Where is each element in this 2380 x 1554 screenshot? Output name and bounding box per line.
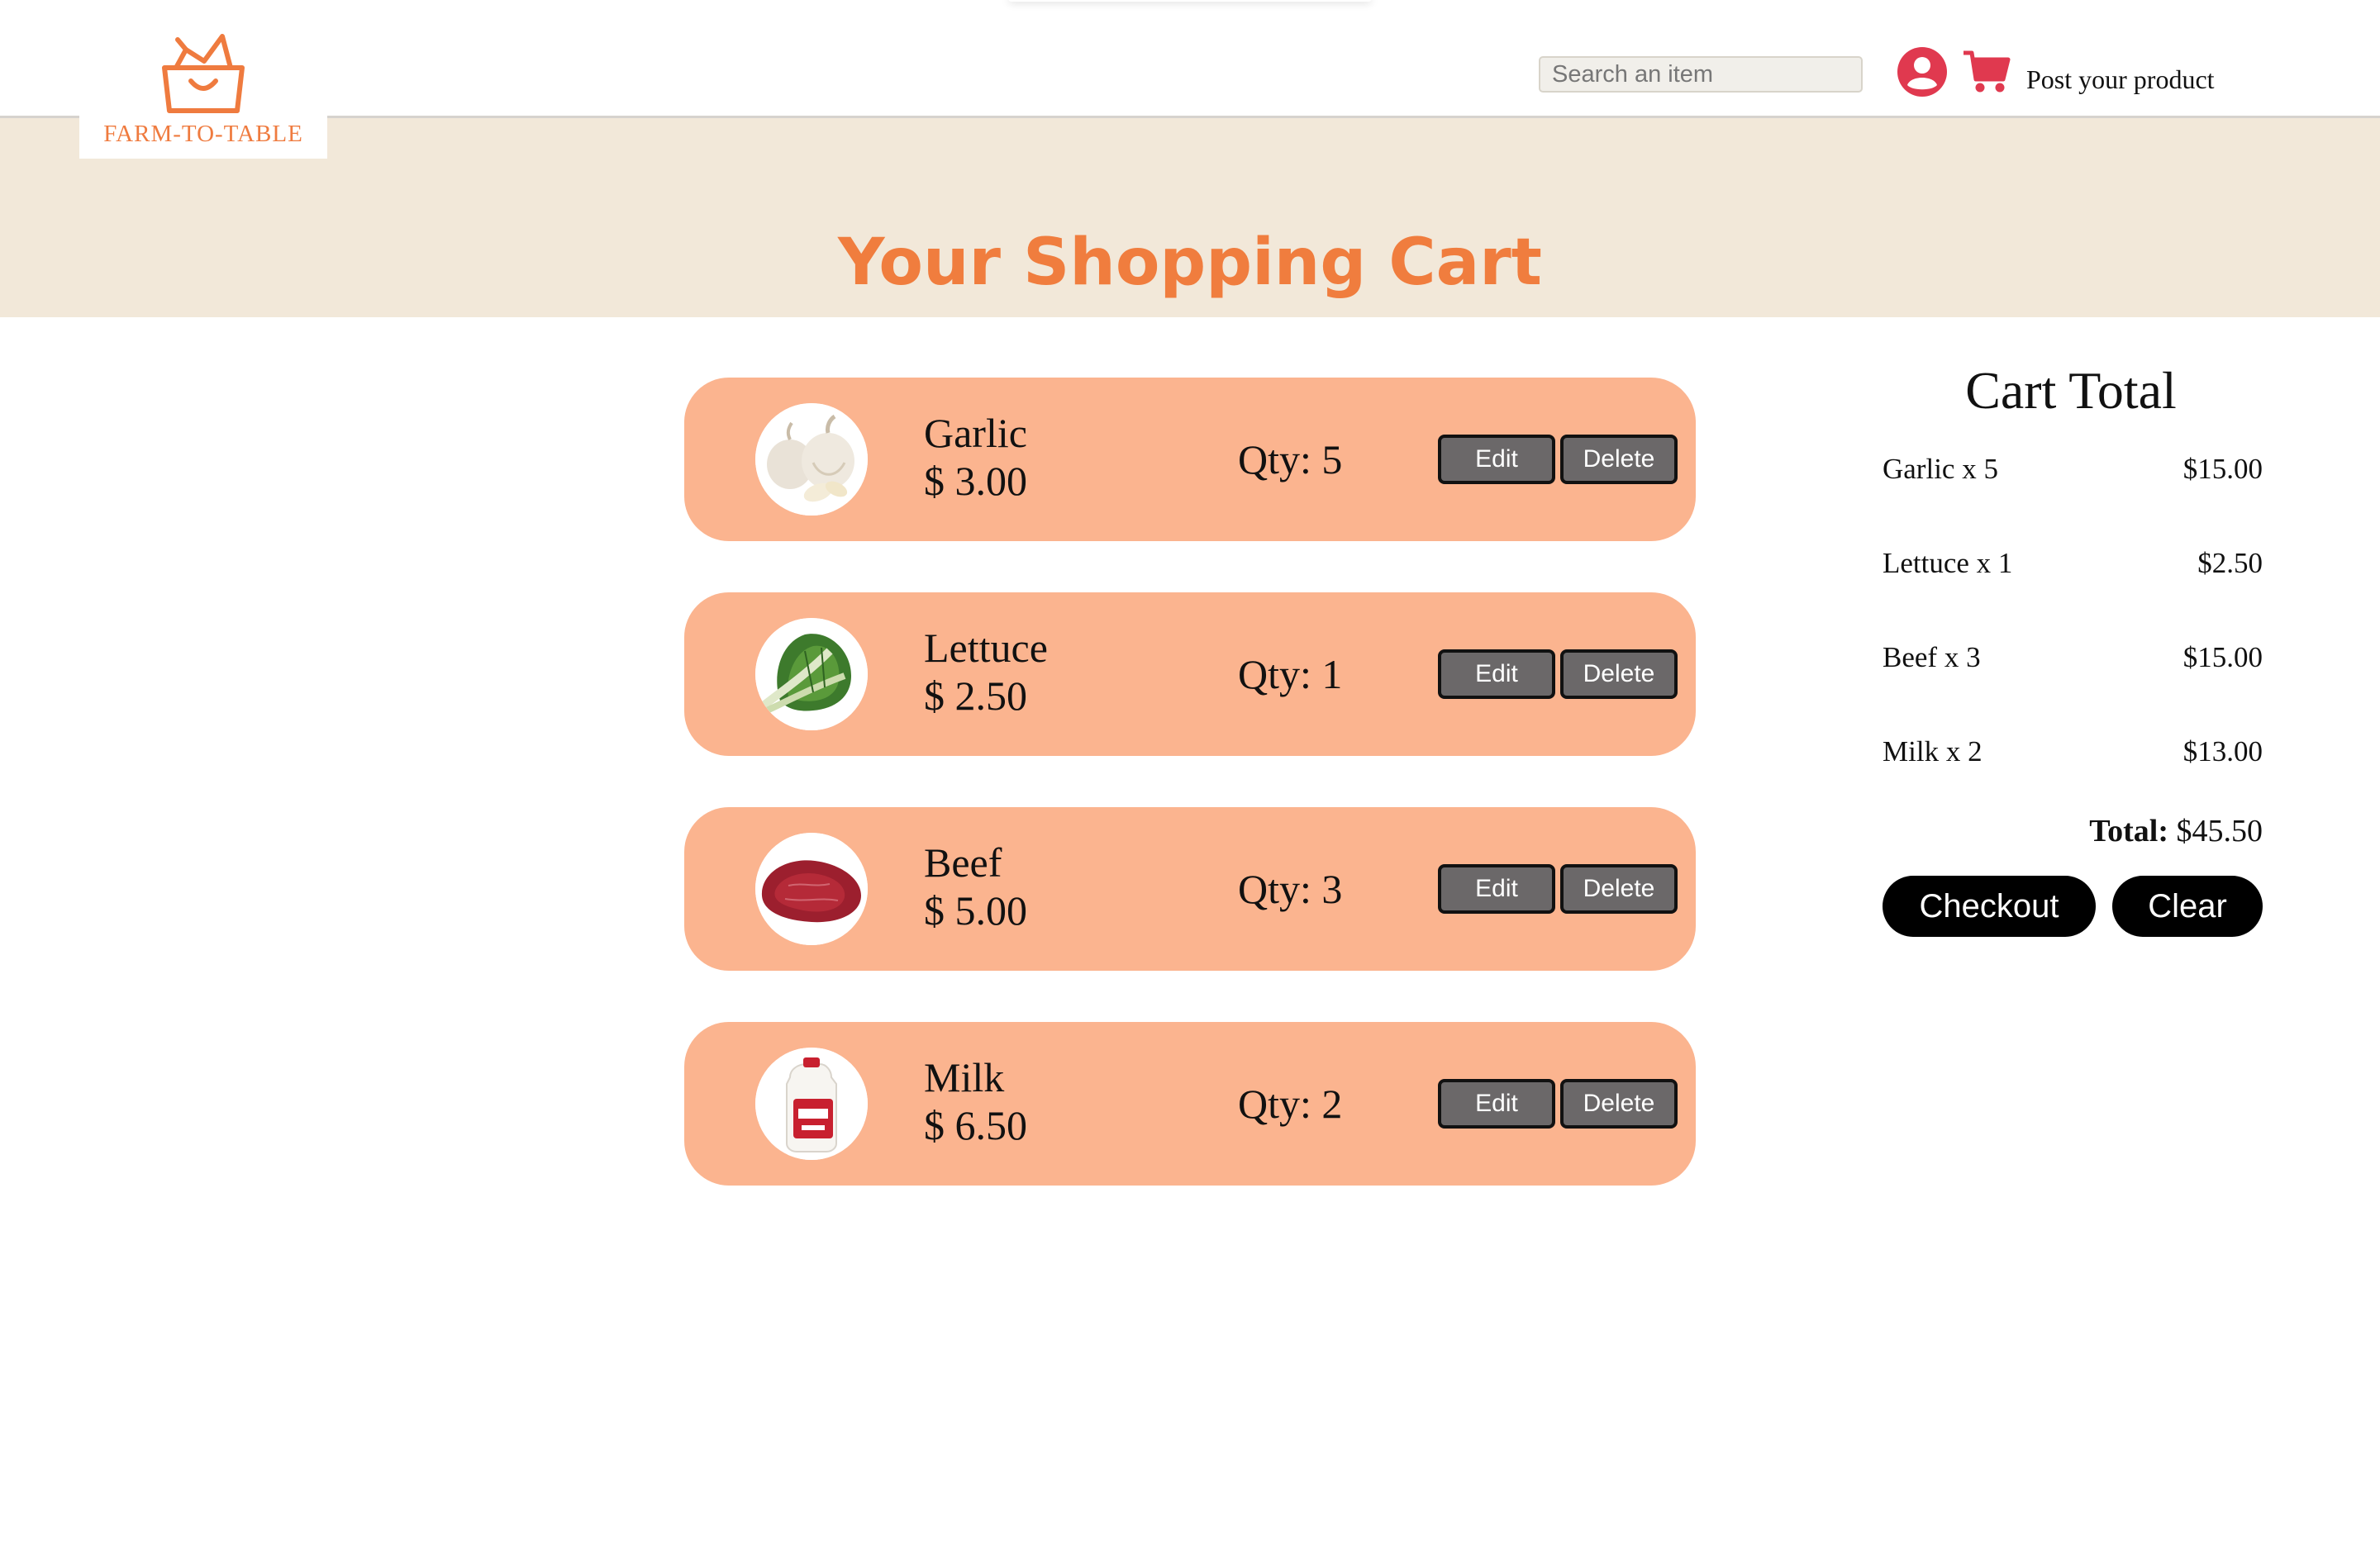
summary-label: Milk x 2: [1883, 735, 1983, 767]
item-name: Beef: [924, 839, 1002, 886]
post-product-link[interactable]: Post your product: [2026, 64, 2215, 95]
item-name: Lettuce: [924, 625, 1048, 671]
basket-logo-icon: [162, 34, 245, 113]
edit-button[interactable]: Edit: [1438, 1079, 1555, 1129]
item-price: $ 6.50: [924, 1102, 1027, 1148]
total-value: $45.50: [2176, 814, 2263, 848]
summary-amount: $15.00: [2182, 641, 2263, 673]
page-title: Your Shopping Cart: [838, 226, 1542, 300]
search-input[interactable]: [1539, 56, 1863, 93]
delete-button[interactable]: Delete: [1560, 864, 1678, 914]
item-price: $ 5.00: [924, 887, 1027, 934]
checkout-button[interactable]: Checkout: [1883, 876, 2096, 937]
item-price: $ 3.00: [924, 458, 1027, 504]
summary-label: Lettuce x 1: [1883, 547, 2013, 579]
summary-row: Milk x 2 $13.00: [1883, 735, 2263, 768]
summary-amount: $2.50: [2197, 547, 2263, 579]
beef-image: [755, 833, 868, 945]
delete-button[interactable]: Delete: [1560, 435, 1678, 484]
cart-total-heading: Cart Total: [1965, 361, 2177, 420]
total-label: Total:: [2089, 814, 2168, 848]
edit-button[interactable]: Edit: [1438, 649, 1555, 699]
item-price: $ 2.50: [924, 672, 1027, 719]
cart-item-lettuce: Lettuce $ 2.50 Qty: 1 Edit Delete: [684, 592, 1696, 756]
item-name: Garlic: [924, 410, 1027, 456]
hero-banner: Your Shopping Cart: [0, 118, 2380, 317]
summary-row: Lettuce x 1 $2.50: [1883, 547, 2263, 580]
site-logo[interactable]: FARM-TO-TABLE: [79, 17, 327, 159]
edit-button[interactable]: Edit: [1438, 864, 1555, 914]
summary-row: Beef x 3 $15.00: [1883, 641, 2263, 674]
user-account-icon[interactable]: [1896, 45, 1949, 98]
grand-total: Total: $45.50: [1883, 813, 2263, 849]
item-name: Milk: [924, 1054, 1005, 1100]
cart-item-milk: Milk $ 6.50 Qty: 2 Edit Delete: [684, 1022, 1696, 1186]
logo-text: FARM-TO-TABLE: [103, 121, 303, 147]
delete-button[interactable]: Delete: [1560, 649, 1678, 699]
shopping-cart-icon[interactable]: [1962, 48, 2011, 97]
top-navbar: Post your product: [0, 0, 2380, 118]
lettuce-image: [755, 618, 868, 730]
item-quantity: Qty: 1: [1238, 651, 1343, 697]
summary-amount: $13.00: [2182, 735, 2263, 767]
summary-label: Garlic x 5: [1883, 453, 1998, 485]
item-quantity: Qty: 3: [1238, 866, 1343, 912]
garlic-image: [755, 403, 868, 516]
cart-item-garlic: Garlic $ 3.00 Qty: 5 Edit Delete: [684, 378, 1696, 541]
summary-amount: $15.00: [2182, 453, 2263, 485]
edit-button[interactable]: Edit: [1438, 435, 1555, 484]
summary-row: Garlic x 5 $15.00: [1883, 453, 2263, 486]
clear-cart-button[interactable]: Clear: [2112, 876, 2263, 937]
item-quantity: Qty: 2: [1238, 1081, 1343, 1127]
item-quantity: Qty: 5: [1238, 436, 1343, 482]
summary-label: Beef x 3: [1883, 641, 1981, 673]
cart-item-beef: Beef $ 5.00 Qty: 3 Edit Delete: [684, 807, 1696, 971]
delete-button[interactable]: Delete: [1560, 1079, 1678, 1129]
milk-image: [755, 1048, 868, 1160]
top-divider: [1008, 0, 1372, 2]
